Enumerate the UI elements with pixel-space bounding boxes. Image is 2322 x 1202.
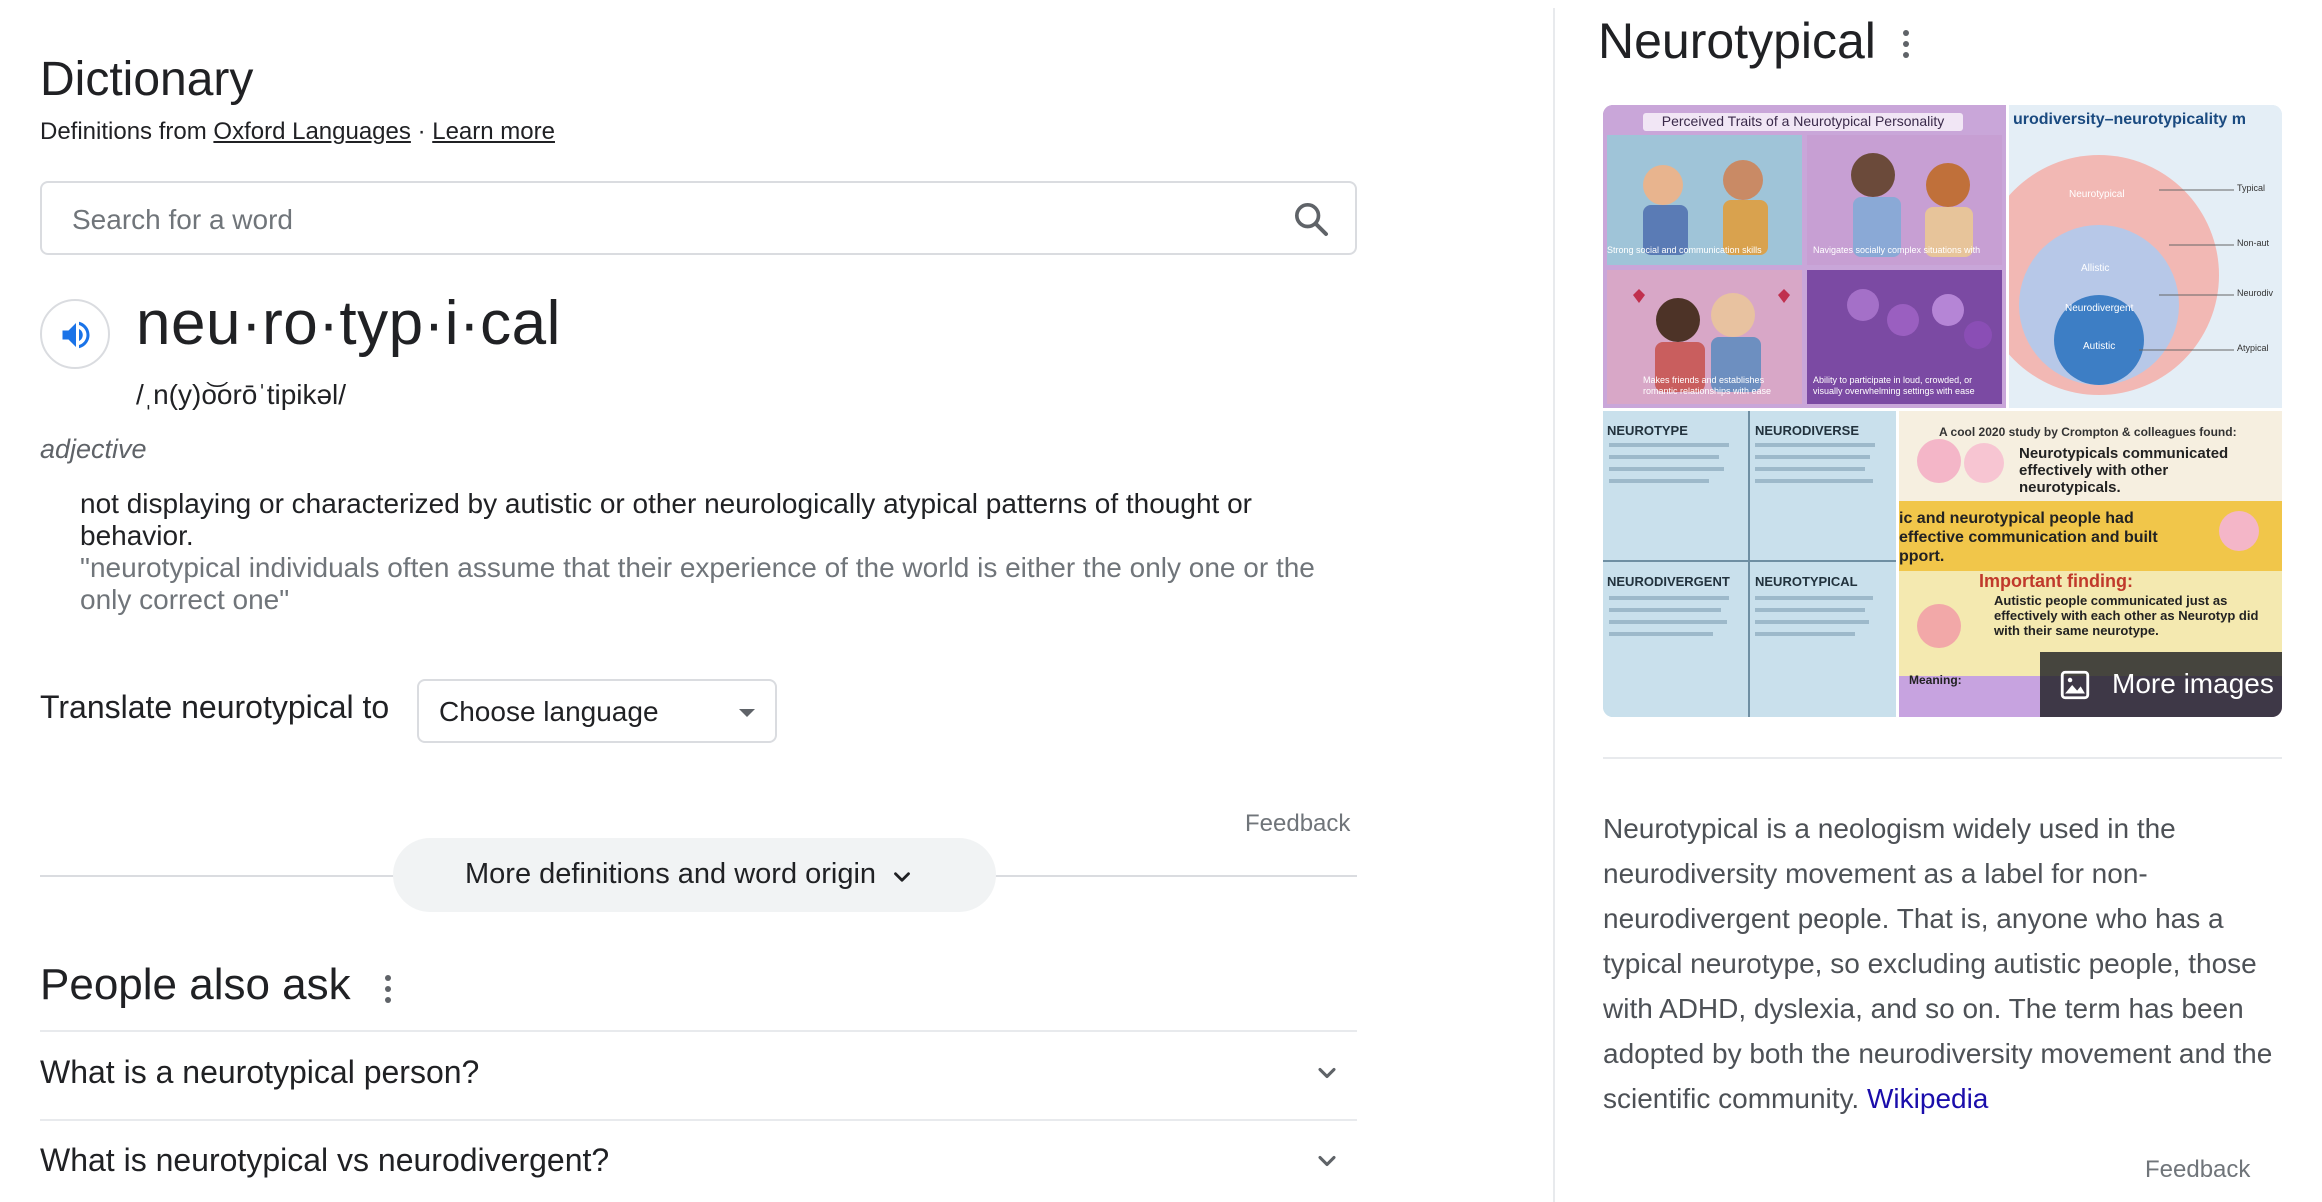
image-caption: Perceived Traits of a Neurotypical Perso… [1661, 113, 1945, 129]
image-caption: Important finding: [1979, 571, 2133, 591]
people-also-ask-title: People also ask [40, 960, 351, 1009]
image-caption: Meaning: [1909, 673, 1962, 687]
image-tile[interactable]: NEUROTYPE NEURODIVERSE NEURODIVERGENT NE… [1603, 411, 1896, 717]
chevron-down-icon[interactable] [1313, 1059, 1341, 1087]
divider [40, 1119, 1357, 1121]
more-options-icon[interactable] [380, 972, 396, 1006]
divider [40, 1030, 1357, 1032]
image-caption: NEURODIVERSE [1755, 423, 1860, 438]
search-icon[interactable] [1291, 199, 1331, 239]
image-caption: urodiversity–neurotypicality m [2013, 111, 2246, 128]
knowledge-panel-feedback-link[interactable]: Feedback [2145, 1156, 2250, 1184]
headword: neu·ro·typ·i·cal [136, 289, 561, 358]
learn-more-link[interactable]: Learn more [432, 118, 555, 145]
image-caption: Neurodiv [2237, 288, 2274, 298]
more-definitions-button[interactable]: More definitions and word origin [393, 838, 996, 912]
image-icon [2060, 670, 2090, 700]
image-gallery: Perceived Traits of a Neurotypical Perso… [1603, 105, 2282, 717]
image-caption: Ability to participate in loud, crowded,… [1813, 375, 1975, 396]
divider [1603, 757, 2282, 759]
pronunciation: /ˌn(y)o͝orōˈtipikəl/ [136, 379, 347, 410]
more-images-button[interactable]: More images [2040, 652, 2282, 717]
image-caption: Allistic [2081, 263, 2110, 274]
speaker-icon [62, 321, 90, 349]
oxford-languages-link[interactable]: Oxford Languages [213, 118, 410, 145]
image-caption: Autistic people communicated just as eff… [1994, 593, 2259, 638]
language-select-value: Choose language [439, 696, 659, 727]
definition-text: not displaying or characterized by autis… [80, 488, 1252, 551]
image-caption: Typical [2237, 183, 2266, 193]
question-item[interactable]: What is neurotypical vs neurodivergent? [40, 1142, 609, 1179]
chevron-down-icon[interactable] [1313, 1147, 1341, 1175]
word-search-input[interactable] [70, 200, 1224, 240]
image-caption: ic and neurotypical people had effective… [1899, 510, 2158, 565]
image-caption: Strong social and communication skills [1607, 245, 1762, 255]
image-tile[interactable]: urodiversity–neurotypicality m Neurotypi… [2009, 105, 2282, 408]
question-item[interactable]: What is a neurotypical person? [40, 1054, 479, 1091]
image-tile[interactable]: Perceived Traits of a Neurotypical Perso… [1603, 105, 2006, 408]
separator-dot: · [417, 118, 426, 145]
dropdown-caret-icon [739, 709, 755, 717]
description-text: Neurotypical is a neologism widely used … [1603, 813, 2273, 1114]
glossary-image [1603, 411, 1896, 717]
translate-label: Translate neurotypical to [40, 689, 390, 725]
pronunciation-audio-button[interactable] [40, 299, 110, 369]
image-caption: NEUROTYPE [1607, 423, 1688, 438]
part-of-speech: adjective [40, 434, 147, 464]
image-caption: NEUROTYPICAL [1755, 574, 1858, 589]
chevron-down-icon [894, 872, 910, 882]
image-caption: Neurodivergent [2065, 303, 2134, 314]
image-caption: Autistic [2083, 341, 2116, 352]
language-select[interactable]: Choose language [417, 679, 777, 743]
wikipedia-link[interactable]: Wikipedia [1867, 1083, 1988, 1114]
image-caption: Neurotypicals communicated effectively w… [2019, 445, 2229, 496]
dictionary-feedback-link[interactable]: Feedback [1245, 810, 1350, 838]
image-caption: Atypical [2237, 343, 2269, 353]
image-caption: Neurotypical [2069, 189, 2125, 200]
illustration-image [1603, 105, 2006, 408]
panel-divider [1553, 8, 1555, 1202]
definitions-from-label: Definitions from [40, 118, 207, 145]
dictionary-title: Dictionary [40, 53, 254, 106]
word-search-box[interactable] [40, 181, 1357, 255]
knowledge-panel-description: Neurotypical is a neologism widely used … [1603, 806, 2293, 1121]
image-caption: Non-aut [2237, 238, 2270, 248]
more-options-icon[interactable] [1898, 27, 1914, 61]
image-caption: NEURODIVERGENT [1607, 574, 1730, 589]
image-caption: Makes friends and establishes romantic r… [1643, 375, 1772, 396]
image-caption: Navigates socially complex situations wi… [1813, 245, 1981, 255]
image-caption: A cool 2020 study by Crompton & colleagu… [1939, 425, 2237, 439]
knowledge-panel-title: Neurotypical [1598, 13, 1876, 69]
diagram-image [2009, 105, 2282, 408]
definition-example: "neurotypical individuals often assume t… [80, 552, 1315, 615]
definitions-source-line: Definitions from Oxford Languages · Lear… [40, 118, 555, 146]
more-images-label: More images [2112, 668, 2274, 699]
more-definitions-label: More definitions and word origin [465, 858, 877, 890]
